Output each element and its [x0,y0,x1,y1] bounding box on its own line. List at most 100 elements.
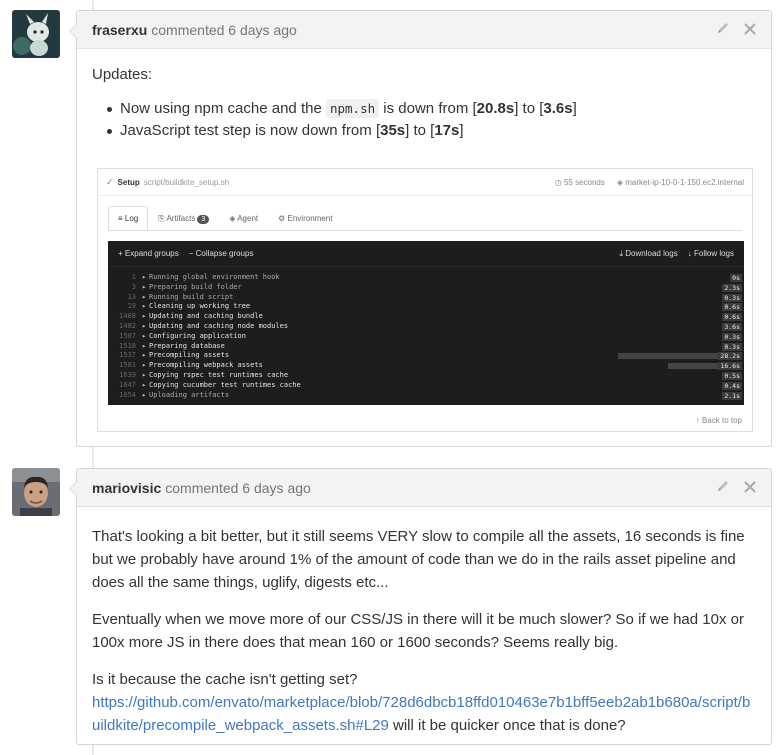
caret-right-icon[interactable]: ▸ [142,293,146,303]
collapse-groups-button[interactable]: − Collapse groups [189,249,254,258]
back-to-top-link[interactable]: ↑ Back to top [696,416,742,425]
log-row-label: Updating and caching node modules [149,321,289,330]
log-row[interactable]: 1507 ▸ Configuring application 0.3s [108,332,744,342]
download-icon: ⤓ [619,248,624,258]
log-row-duration: 0.3s [722,332,742,341]
caret-right-icon[interactable]: ▸ [142,391,146,401]
arrow-down-icon: ↓ [687,248,692,258]
log-row-label: Running global environment hook [149,273,280,281]
log-row[interactable]: 1468 ▸ Updating and caching bundle 0.6s [108,312,744,322]
log-row-label: Updating and caching bundle [149,312,263,321]
check-icon: ✓ [106,176,114,187]
tag-icon: ◈ [616,177,624,187]
comment-header: fraserxu commented 6 days ago [77,11,771,49]
close-icon[interactable] [744,480,756,496]
paperclip-icon: ⎘ [158,214,165,223]
avatar-fraserxu[interactable] [12,10,60,58]
log-row-label: Cleaning up working tree [149,302,251,311]
step-duration: ◷ 55 seconds [554,177,605,187]
caret-right-icon[interactable]: ▸ [142,332,146,342]
log-row[interactable]: 1639 ▸ Copying rspec test runtimes cache 0.… [108,371,744,381]
log-row[interactable]: 1537 ▸ Precompiling assets 28.2s [108,351,744,361]
caret-right-icon[interactable]: ▸ [142,342,146,352]
close-icon[interactable] [744,22,756,38]
log-row-label: Uploading artifacts [149,390,230,399]
log-row-label: Preparing build folder [149,282,242,291]
log-row[interactable]: 1581 ▸ Precompiling webpack assets 16.6s [108,361,744,371]
log-row[interactable]: 13 ▸ Running build script 0.3s [108,293,744,303]
log-row[interactable]: 1 ▸ Running global environment hook 0s [108,273,744,283]
log-line-number: 3 [131,282,136,291]
log-row-duration: 3.6s [722,322,742,331]
follow-logs-button[interactable]: ↓ Follow logs [688,249,734,259]
step-name: Setup [117,177,140,187]
download-logs-button[interactable]: ⤓ Download logs [619,249,677,259]
artifacts-count-badge: 3 [197,215,210,224]
edit-icon[interactable] [716,479,730,496]
log-row-duration: 28.2s [718,352,742,361]
log-line-number: 1 [131,273,136,281]
tab-log[interactable]: ≡ Log [108,206,149,230]
caret-right-icon[interactable]: ▸ [142,351,146,361]
list-item: JavaScript test step is now down from [3… [92,120,756,142]
log-row-label: Copying rspec test runtimes cache [149,370,289,379]
log-row[interactable]: 1647 ▸ Copying cucumber test runtimes cach… [108,381,744,391]
log-row[interactable]: 1654 ▸ Uploading artifacts 2.1s [108,391,744,401]
log-line-number: 1647 [119,380,136,389]
log-row-duration: 16.6s [718,362,742,371]
log-row[interactable]: 1482 ▸ Updating and caching node modules 3.… [108,322,744,332]
log-terminal: + Expand groups − Collapse groups ⤓ Down… [108,241,744,405]
log-row-label: Preparing database [149,341,225,350]
log-row-duration: 0s [730,274,742,282]
comment-author[interactable]: mariovisic [92,480,161,496]
log-line-number: 1518 [119,341,136,350]
log-row-label: Configuring application [149,331,246,340]
duration-bar [618,353,718,360]
tab-agent[interactable]: ◈ Agent [219,206,268,230]
log-row-label: Copying cucumber test runtimes cache [149,380,301,389]
caret-right-icon[interactable]: ▸ [142,273,146,283]
log-row[interactable]: 3 ▸ Preparing build folder 2.3s [108,283,744,293]
log-row-duration: 0.5s [722,371,742,380]
log-line-number: 1537 [119,351,136,360]
list-item: Now using npm cache and the npm.sh is do… [92,98,756,120]
log-rows: 1 ▸ Running global environment hook 0s 3 ▸ Pre… [108,267,744,400]
log-row-duration: 2.3s [722,283,742,292]
comment-author[interactable]: fraserxu [92,22,147,38]
log-row[interactable]: 1518 ▸ Preparing database 0.3s [108,342,744,352]
log-row-duration: 0.4s [722,381,742,390]
comment-fraserxu: fraserxu commented 6 days ago Updates: N… [69,10,772,447]
caret-right-icon[interactable]: ▸ [142,361,146,371]
edit-icon[interactable] [716,21,730,38]
gear-icon: ⚙ [278,214,286,223]
comment-timestamp[interactable]: commented 6 days ago [151,22,297,38]
log-line-number: 13 [127,292,136,301]
log-line-number: 1654 [119,390,136,399]
buildkite-tabs: ≡ Log ⎘ Artifacts 3 ◈ Agent ⚙ Environment [108,206,342,230]
buildkite-screenshot[interactable]: ✓ Setup script/buildkite_setup.sh ◷ 55 s… [97,168,753,432]
comment-body: Updates: Now using npm cache and the npm… [77,49,771,142]
clock-icon: ◷ [554,177,562,187]
duration-bar [668,363,718,370]
tab-environment[interactable]: ⚙ Environment [268,206,342,230]
caret-right-icon[interactable]: ▸ [142,322,146,332]
caret-right-icon[interactable]: ▸ [142,302,146,312]
caret-right-icon[interactable]: ▸ [142,371,146,381]
comment-header: mariovisic commented 6 days ago [77,469,771,507]
log-row-label: Running build script [149,292,234,301]
tab-artifacts[interactable]: ⎘ Artifacts 3 [148,206,219,230]
comment-timestamp[interactable]: commented 6 days ago [165,480,311,496]
avatar-mariovisic[interactable] [12,468,60,516]
comment-paragraph: Eventually when we move more of our CSS/… [92,611,744,651]
caret-right-icon[interactable]: ▸ [142,312,146,322]
log-line-number: 1468 [119,312,136,321]
comment-mariovisic: mariovisic commented 6 days ago That's l… [69,468,772,745]
log-row-duration: 0.6s [722,303,742,312]
caret-right-icon[interactable]: ▸ [142,283,146,293]
updates-list: Now using npm cache and the npm.sh is do… [92,98,756,142]
caret-right-icon[interactable]: ▸ [142,381,146,391]
log-row[interactable]: 19 ▸ Cleaning up working tree 0.6s [108,302,744,312]
log-row-duration: 2.1s [722,391,742,400]
expand-groups-button[interactable]: + Expand groups [118,249,179,258]
inline-code: npm.sh [325,99,380,118]
